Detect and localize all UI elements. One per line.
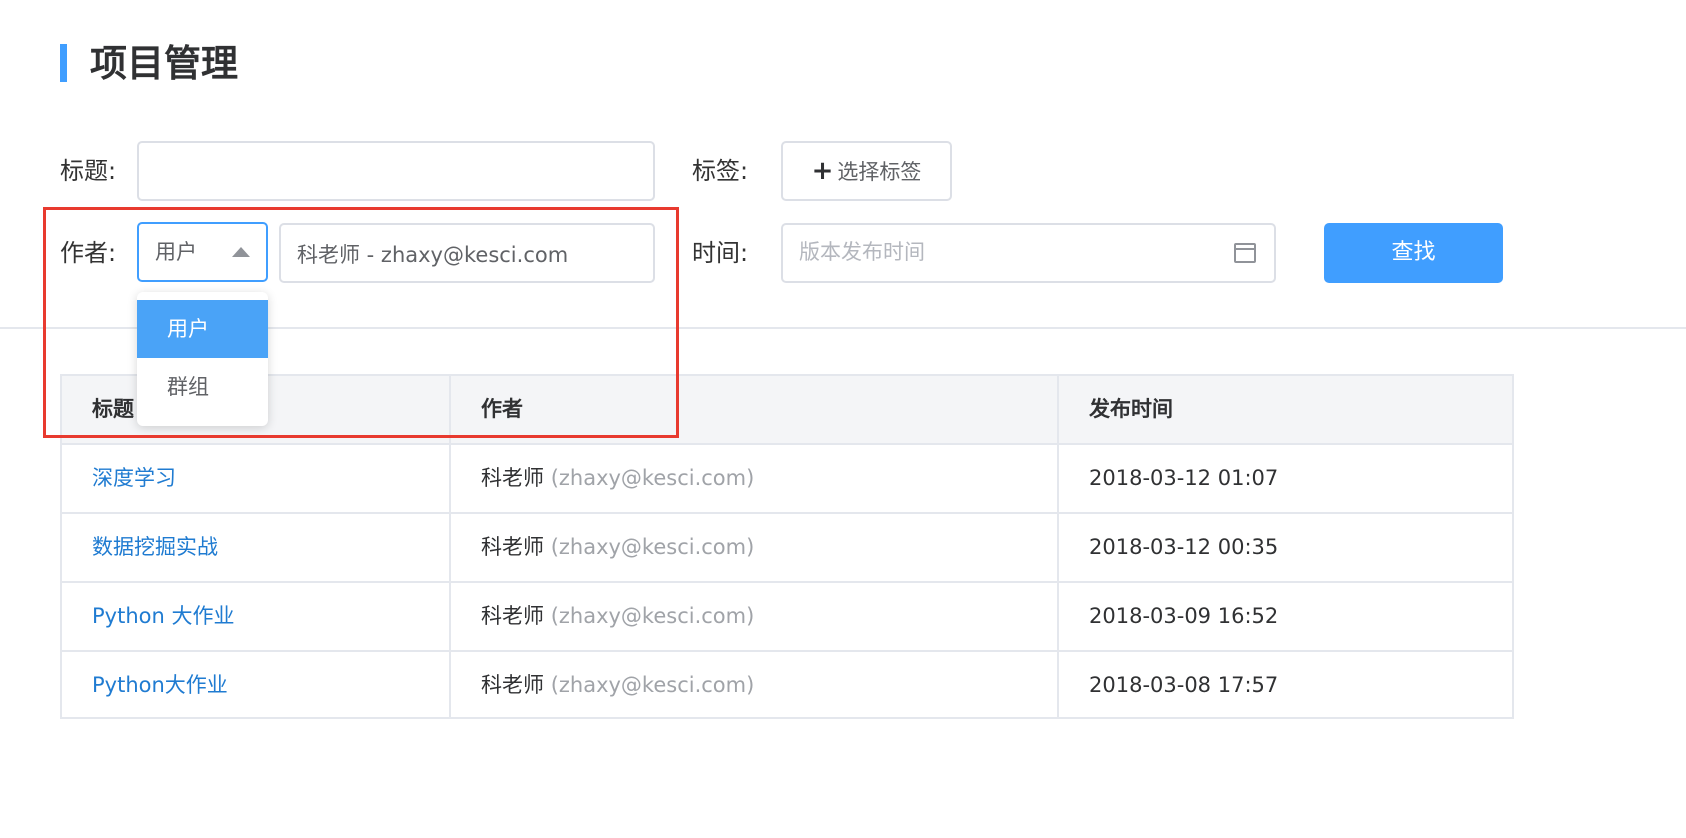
author-name: 科老师 [481,604,544,628]
author-input-value: 科老师 - zhaxy@kesci.com [297,243,569,267]
table-row: Python大作业 科老师 (zhaxy@kesci.com) 2018-03-… [62,652,1512,721]
table-row: 数据挖掘实战 科老师 (zhaxy@kesci.com) 2018-03-12 … [62,514,1512,583]
author-input[interactable]: 科老师 - zhaxy@kesci.com [279,223,655,283]
title-accent-bar [60,44,67,82]
title-input[interactable] [137,141,655,201]
author-email: (zhaxy@kesci.com) [550,466,755,490]
author-email: (zhaxy@kesci.com) [550,535,755,559]
author-email: (zhaxy@kesci.com) [550,673,755,697]
dropdown-option-user[interactable]: 用户 [137,300,268,358]
publish-time: 2018-03-08 17:57 [1089,673,1279,697]
plus-icon: + [811,156,834,186]
publish-time: 2018-03-12 00:35 [1089,535,1279,559]
time-input[interactable]: 版本发布时间 [781,223,1276,283]
table-row: 深度学习 科老师 (zhaxy@kesci.com) 2018-03-12 01… [62,445,1512,514]
calendar-icon[interactable] [1234,243,1256,263]
title-label: 标题: [60,157,117,185]
select-tags-label: 选择标签 [837,160,922,184]
header-author: 作者 [449,376,1057,443]
projects-table: 标题 作者 发布时间 深度学习 科老师 (zhaxy@kesci.com) 20… [60,374,1514,719]
author-type-dropdown: 用户 群组 [137,292,268,426]
time-label: 时间: [692,239,749,267]
time-input-placeholder: 版本发布时间 [799,240,925,264]
table-header-row: 标题 作者 发布时间 [62,376,1512,445]
caret-up-icon [232,247,250,257]
project-title-link[interactable]: 数据挖掘实战 [92,535,218,559]
author-type-select[interactable]: 用户 [137,222,268,282]
dropdown-option-group[interactable]: 群组 [137,358,268,416]
tags-label: 标签: [692,157,749,185]
table-row: Python 大作业 科老师 (zhaxy@kesci.com) 2018-03… [62,583,1512,652]
author-email: (zhaxy@kesci.com) [550,604,755,628]
header-time: 发布时间 [1057,376,1512,443]
publish-time: 2018-03-09 16:52 [1089,604,1279,628]
project-title-link[interactable]: 深度学习 [92,466,176,490]
author-name: 科老师 [481,673,544,697]
page-title: 项目管理 [90,42,238,85]
project-title-link[interactable]: Python大作业 [92,673,228,697]
author-type-selected: 用户 [155,240,197,264]
author-name: 科老师 [481,466,544,490]
author-name: 科老师 [481,535,544,559]
search-button[interactable]: 查找 [1324,223,1503,283]
project-title-link[interactable]: Python 大作业 [92,604,234,628]
author-label: 作者: [60,239,117,267]
publish-time: 2018-03-12 01:07 [1089,466,1279,490]
select-tags-button[interactable]: + 选择标签 [781,141,952,201]
